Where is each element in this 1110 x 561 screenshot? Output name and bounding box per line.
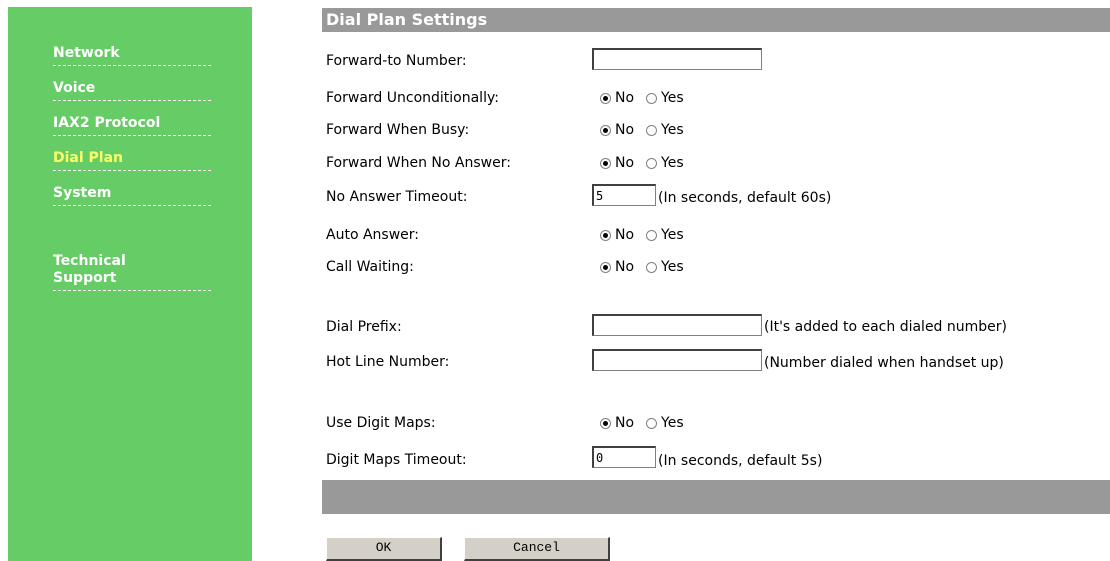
radio-unchecked-icon[interactable] [646,229,658,241]
radio-checked-icon[interactable] [600,124,611,136]
hot-line-label: Hot Line Number: [326,354,450,370]
nav-dial-plan[interactable]: Dial Plan [53,150,211,171]
dial-prefix-label: Dial Prefix: [326,319,402,335]
forward-noanswer-radio-group: No Yes [600,154,696,172]
forward-uncond-yes-option[interactable]: Yes [646,89,684,107]
nav-system[interactable]: System [53,185,211,206]
forward-uncond-no-option[interactable]: No [600,89,634,107]
call-waiting-yes-option[interactable]: Yes [646,258,684,276]
no-answer-timeout-label: No Answer Timeout: [326,189,468,205]
footer-bar [322,480,1110,514]
use-digit-maps-no-option[interactable]: No [600,414,634,432]
nav-network[interactable]: Network [53,45,211,66]
radio-checked-icon[interactable] [600,157,611,169]
use-digit-maps-yes-option[interactable]: Yes [646,414,684,432]
ok-button[interactable]: OK [326,537,442,561]
radio-unchecked-icon[interactable] [646,261,658,273]
digit-maps-timeout-input[interactable] [592,446,656,468]
nav-iax2-protocol[interactable]: IAX2 Protocol [53,115,211,136]
radio-checked-icon[interactable] [600,92,611,104]
radio-unchecked-icon[interactable] [646,92,658,104]
radio-unchecked-icon[interactable] [646,124,658,136]
dial-prefix-note: (It's added to each dialed number) [764,319,1007,335]
call-waiting-label: Call Waiting: [326,259,414,275]
forward-to-label: Forward-to Number: [326,53,467,69]
use-digit-maps-radio-group: No Yes [600,414,696,432]
forward-busy-label: Forward When Busy: [326,122,470,138]
forward-noanswer-label: Forward When No Answer: [326,155,511,171]
forward-to-input[interactable] [592,48,762,70]
dial-prefix-input[interactable] [592,314,762,336]
radio-checked-icon[interactable] [600,229,611,241]
forward-busy-radio-group: No Yes [600,121,696,139]
section-header: Dial Plan Settings [322,8,1110,32]
no-answer-timeout-input[interactable] [592,184,656,206]
digit-maps-timeout-note: (In seconds, default 5s) [658,453,823,469]
radio-unchecked-icon[interactable] [646,417,658,429]
cancel-button[interactable]: Cancel [464,537,610,561]
no-answer-timeout-note: (In seconds, default 60s) [658,190,832,206]
radio-checked-icon[interactable] [600,417,611,429]
forward-noanswer-yes-option[interactable]: Yes [646,154,684,172]
forward-uncond-label: Forward Unconditionally: [326,90,499,106]
page-title: Dial Plan Settings [326,10,488,29]
forward-busy-no-option[interactable]: No [600,121,634,139]
auto-answer-no-option[interactable]: No [600,226,634,244]
call-waiting-radio-group: No Yes [600,258,696,276]
hot-line-input[interactable] [592,349,762,371]
forward-noanswer-no-option[interactable]: No [600,154,634,172]
auto-answer-radio-group: No Yes [600,226,696,244]
auto-answer-yes-option[interactable]: Yes [646,226,684,244]
use-digit-maps-label: Use Digit Maps: [326,415,436,431]
call-waiting-no-option[interactable]: No [600,258,634,276]
forward-busy-yes-option[interactable]: Yes [646,121,684,139]
digit-maps-timeout-label: Digit Maps Timeout: [326,452,467,468]
forward-uncond-radio-group: No Yes [600,89,696,107]
nav-technical-support[interactable]: Technical Support [53,253,211,291]
radio-unchecked-icon[interactable] [646,157,658,169]
radio-checked-icon[interactable] [600,261,611,273]
auto-answer-label: Auto Answer: [326,227,419,243]
nav-voice[interactable]: Voice [53,80,211,101]
hot-line-note: (Number dialed when handset up) [764,355,1004,371]
sidebar: Network Voice IAX2 Protocol Dial Plan Sy… [8,7,252,561]
